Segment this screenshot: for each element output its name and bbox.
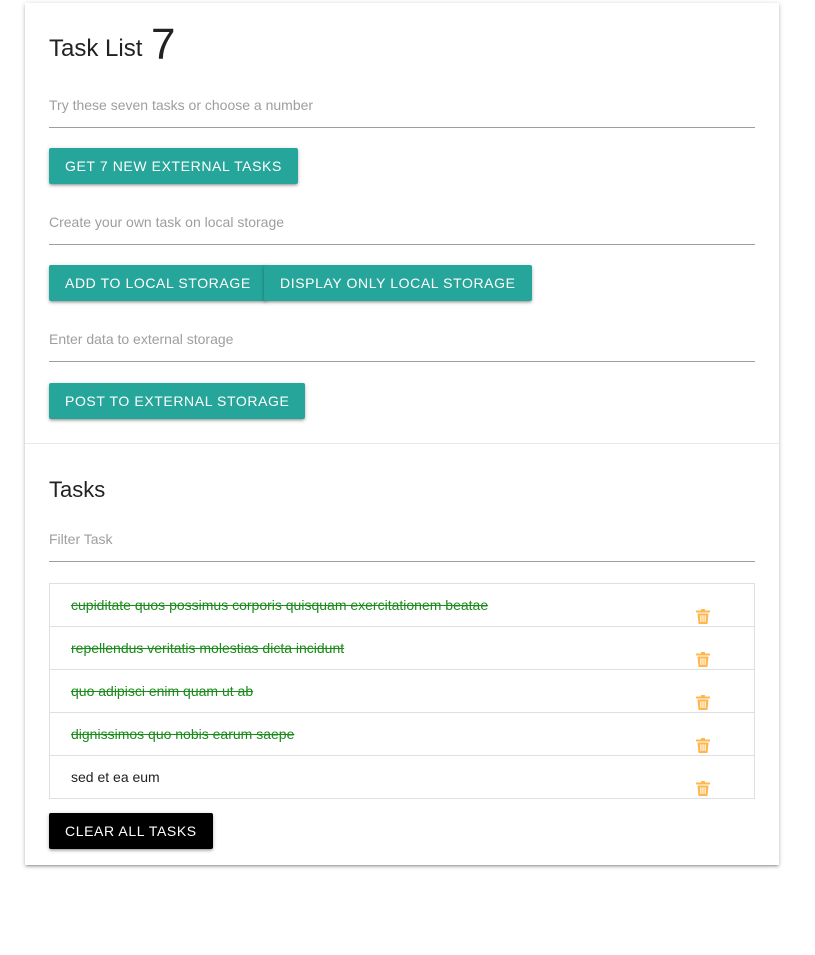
task-text: quo adipisci enim quam ut ab <box>71 683 254 699</box>
filter-task-input[interactable] <box>49 521 755 557</box>
page-title-number: 7 <box>151 20 176 69</box>
trash-icon[interactable] <box>696 684 710 710</box>
post-external-storage-button[interactable]: POST TO EXTERNAL STORAGE <box>49 383 306 419</box>
display-local-storage-button[interactable]: DISPLAY ONLY LOCAL STORAGE <box>264 265 532 301</box>
external-data-field <box>49 321 755 362</box>
local-task-input[interactable] <box>49 204 755 240</box>
task-list-card: Task List 7 GET 7 NEW EXTERNAL TASKS ADD… <box>25 3 779 865</box>
controls-section: Task List 7 GET 7 NEW EXTERNAL TASKS ADD… <box>25 3 779 444</box>
tasks-heading: Tasks <box>49 477 106 502</box>
task-item[interactable]: repellendus veritatis molestias dicta in… <box>50 627 754 670</box>
task-text: dignissimos quo nobis earum saepe <box>71 726 295 742</box>
local-task-field <box>49 204 755 245</box>
trash-icon[interactable] <box>696 598 710 624</box>
clear-all-tasks-button[interactable]: CLEAR ALL TASKS <box>49 813 213 849</box>
trash-icon[interactable] <box>696 727 710 753</box>
task-list: cupiditate quos possimus corporis quisqu… <box>49 583 755 799</box>
task-number-field <box>49 87 755 128</box>
trash-icon[interactable] <box>696 770 710 796</box>
page-title: Task List 7 <box>49 23 176 67</box>
task-item[interactable]: quo adipisci enim quam ut ab <box>50 670 754 713</box>
page-title-text: Task List <box>49 35 143 62</box>
trash-icon[interactable] <box>696 641 710 667</box>
task-item[interactable]: dignissimos quo nobis earum saepe <box>50 713 754 756</box>
task-text: cupiditate quos possimus corporis quisqu… <box>71 597 489 613</box>
task-item[interactable]: sed et ea eum <box>50 756 754 798</box>
get-external-tasks-button[interactable]: GET 7 NEW EXTERNAL TASKS <box>49 148 298 184</box>
external-data-input[interactable] <box>49 321 755 357</box>
task-number-input[interactable] <box>49 87 755 123</box>
task-item[interactable]: cupiditate quos possimus corporis quisqu… <box>50 584 754 627</box>
filter-task-field <box>49 521 755 562</box>
add-to-local-storage-button[interactable]: ADD TO LOCAL STORAGE <box>49 265 267 301</box>
task-text: repellendus veritatis molestias dicta in… <box>71 640 345 656</box>
task-text: sed et ea eum <box>71 769 160 785</box>
